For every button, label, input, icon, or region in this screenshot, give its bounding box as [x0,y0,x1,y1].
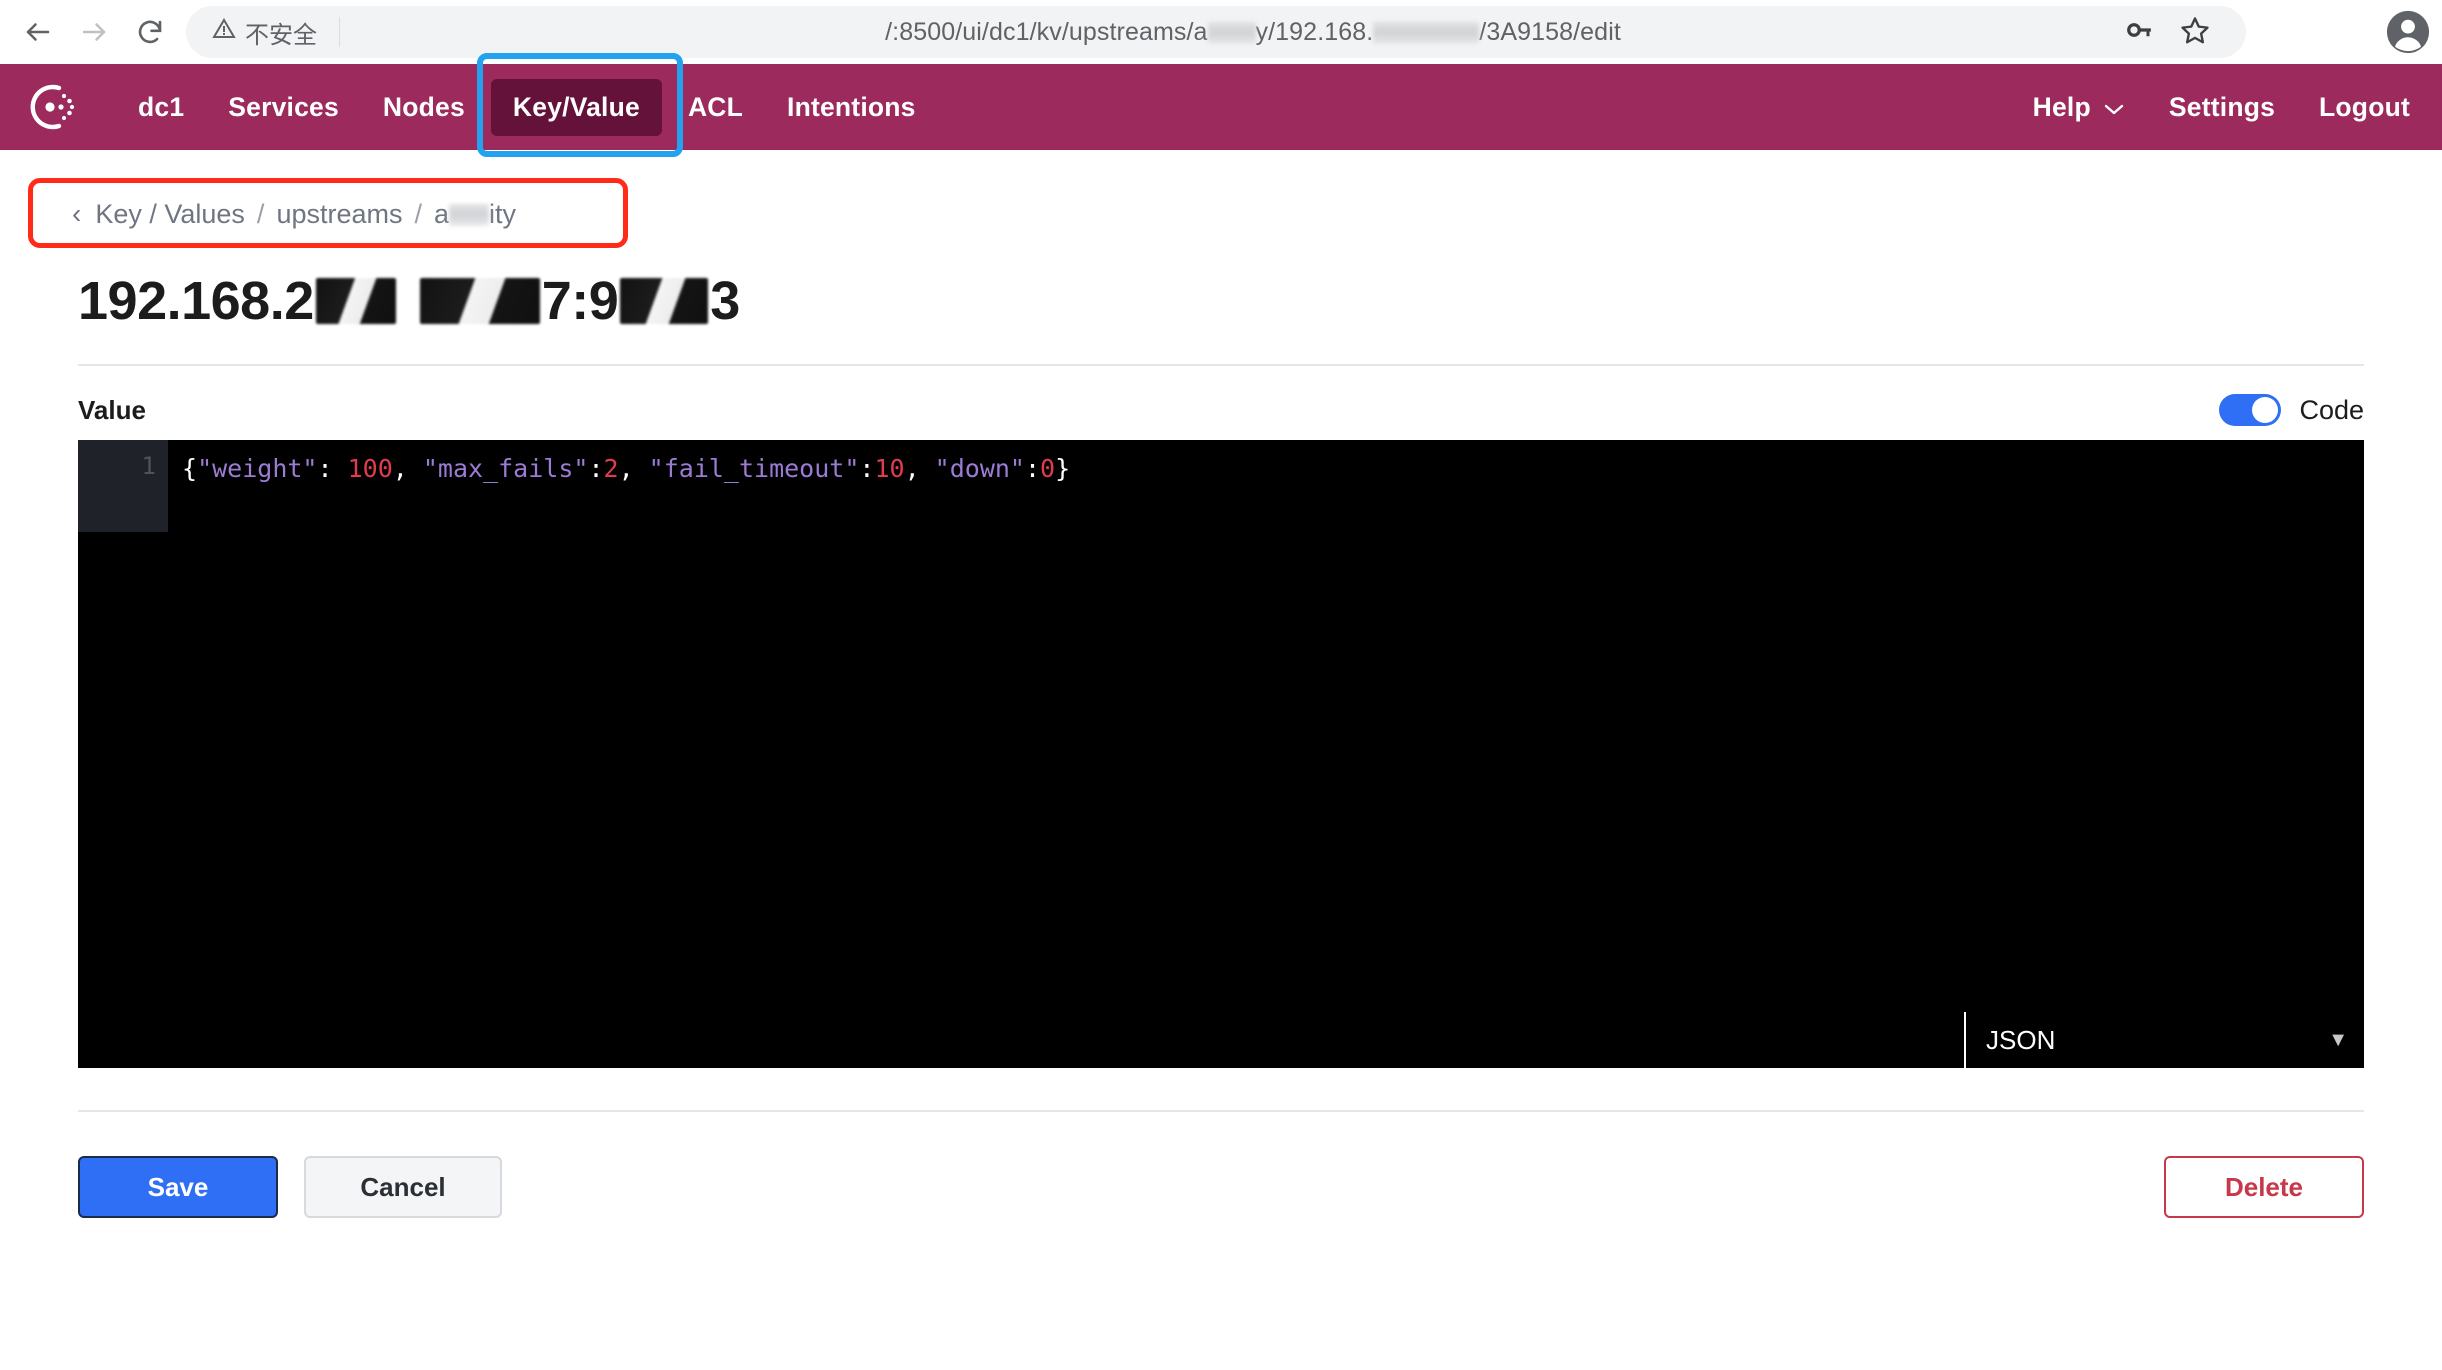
breadcrumb-item-upstreams[interactable]: upstreams [276,199,402,230]
url-prefix: /:8500/ui/dc1/kv/upstreams/a [885,18,1207,46]
breadcrumb-redaction [449,204,489,226]
code-token-punc: { [182,454,197,483]
breadcrumb-item-key-values[interactable]: Key / Values [95,199,245,230]
page-content: ‹ Key / Values / upstreams / aity 192.16… [0,150,2442,1218]
chevron-down-icon [2103,92,2125,123]
language-select[interactable]: JSON ▼ [1964,1012,2364,1068]
browser-toolbar: 不安全 /:8500/ui/dc1/kv/upstreams/a y/192.16… [0,0,2442,64]
code-token-num: 2 [604,454,619,483]
consul-nav-right: Help Settings Logout [2011,79,2442,136]
code-toggle-label: Code [2299,395,2364,426]
editor-gutter: 1 [78,440,168,532]
code-token-punc: : [588,454,603,483]
page-title: 192.168.2 7:9 3 [78,270,2442,332]
code-token-key: "weight" [197,454,317,483]
url-suffix: /3A9158/edit [1479,18,1621,46]
nav-item-key-value[interactable]: Key/Value [491,79,662,136]
page-title-mid: 7:9 [542,270,619,332]
page-title-prefix: 192.168.2 [78,270,314,332]
nav-item-logout[interactable]: Logout [2297,79,2432,136]
page-title-suffix: 3 [710,270,740,332]
omnibox-actions [2124,6,2236,58]
warning-triangle-icon [212,17,236,48]
nav-item-help-label: Help [2033,92,2091,123]
url-mid: y/192.168. [1256,18,1374,46]
value-header-row: Value Code [78,394,2364,426]
code-token-punc: : [859,454,874,483]
nav-item-services[interactable]: Services [206,79,361,136]
code-toggle[interactable] [2219,394,2281,426]
code-toggle-knob [2252,397,2278,423]
code-editor[interactable]: 1 {"weight": 100, "max_fails":2, "fail_t… [78,440,2364,1068]
breadcrumb-separator-1: / [257,199,265,230]
title-divider [78,364,2364,366]
title-redaction-2 [420,278,540,324]
browser-nav-buttons [0,4,178,60]
security-label: 不安全 [245,15,317,50]
title-redaction-3 [620,278,708,324]
url-text[interactable]: /:8500/ui/dc1/kv/upstreams/a y/192.168. /3… [340,18,2246,47]
consul-nav-items: dc1 Services Nodes Key/Value ACL Intenti… [116,79,938,136]
code-token-punc: , [393,454,423,483]
back-arrow-icon[interactable] [10,4,66,60]
code-token-punc: , [619,454,649,483]
code-token-punc: } [1055,454,1070,483]
star-icon[interactable] [2180,15,2210,50]
code-toggle-group[interactable]: Code [2219,394,2364,426]
avatar[interactable] [2382,6,2434,58]
nav-item-dc1[interactable]: dc1 [116,79,206,136]
code-token-num: 100 [348,454,393,483]
nav-item-help[interactable]: Help [2011,79,2147,136]
chevron-down-icon: ▼ [2328,1029,2348,1052]
code-token-num: 0 [1040,454,1055,483]
breadcrumb-wrapper: ‹ Key / Values / upstreams / aity [50,184,542,244]
code-token-num: 10 [874,454,904,483]
title-redaction-1 [316,278,396,324]
nav-item-keyvalue-wrapper: Key/Value [487,79,666,136]
value-label: Value [78,395,146,426]
action-buttons: Save Cancel Delete [78,1156,2364,1218]
reload-icon[interactable] [122,4,178,60]
security-indicator[interactable]: 不安全 [212,15,317,50]
consul-navbar: dc1 Services Nodes Key/Value ACL Intenti… [0,64,2442,150]
consul-logo-icon[interactable] [24,78,82,136]
actions-divider [78,1110,2364,1112]
nav-item-intentions[interactable]: Intentions [765,79,938,136]
cancel-button[interactable]: Cancel [304,1156,502,1218]
nav-item-acl[interactable]: ACL [666,79,765,136]
forward-arrow-icon[interactable] [66,4,122,60]
delete-button[interactable]: Delete [2164,1156,2364,1218]
url-redaction-2 [1373,22,1479,44]
code-token-punc: : [1025,454,1040,483]
nav-item-settings[interactable]: Settings [2147,79,2297,136]
editor-code-line[interactable]: {"weight": 100, "max_fails":2, "fail_tim… [182,452,1070,486]
key-icon[interactable] [2124,15,2154,50]
code-token-key: "max_fails" [423,454,589,483]
editor-line-number: 1 [142,452,156,480]
code-token-key: "fail_timeout" [649,454,860,483]
breadcrumb: ‹ Key / Values / upstreams / aity [50,184,542,244]
language-select-value: JSON [1986,1025,2055,1056]
address-bar[interactable]: 不安全 /:8500/ui/dc1/kv/upstreams/a y/192.16… [186,6,2246,58]
chevron-left-icon[interactable]: ‹ [72,198,81,230]
save-button[interactable]: Save [78,1156,278,1218]
breadcrumb-item-current[interactable]: aity [434,199,516,230]
code-token-key: "down" [935,454,1025,483]
breadcrumb-separator-2: / [415,199,423,230]
code-token-punc: , [905,454,935,483]
code-token-punc: : [317,454,347,483]
nav-item-nodes[interactable]: Nodes [361,79,487,136]
url-redaction-1 [1208,22,1256,44]
